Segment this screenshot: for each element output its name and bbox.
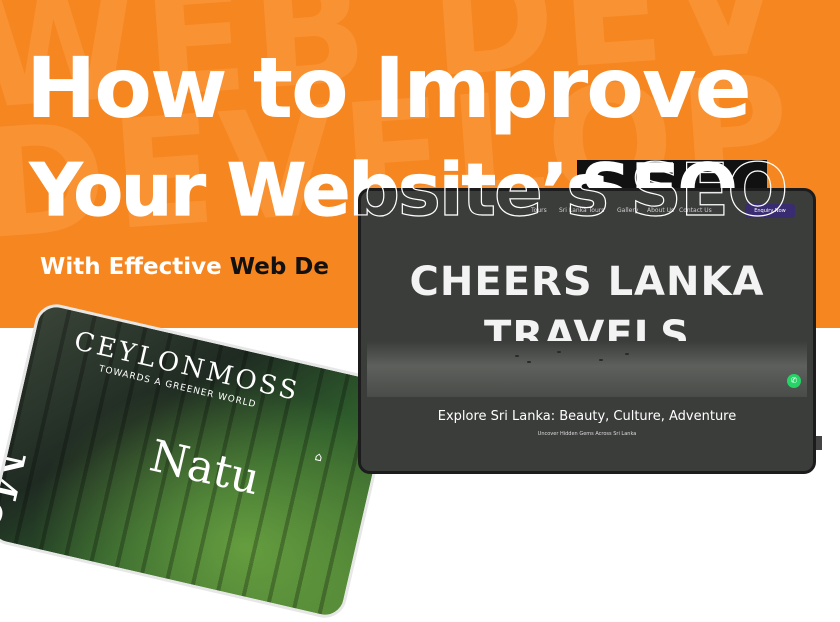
bird-icon [599,359,603,361]
ceylon-moss-preview-card: CEYLONMOSS TOWARDS A GREENER WORLD Moss … [0,300,397,622]
bird-icon [527,361,531,363]
hero-title-line-1: CHEERS LANKA [409,259,765,305]
nav-link-contact[interactable]: Contact Us [679,207,712,214]
bird-icon [557,351,561,353]
nav-link-sri-lanka-tours[interactable]: Sri Lanka Tours [559,207,604,214]
site-nav-bar: Tours Sri Lanka Tours Gallery About Us C… [361,191,813,231]
enquiry-now-button[interactable]: Enquiry Now [745,204,795,218]
cheers-lanka-device-mockup: Tours Sri Lanka Tours Gallery About Us C… [358,188,816,474]
subheadline-dark: Web De [229,254,329,280]
bird-icon [515,355,519,357]
bird-icon [625,353,629,355]
subheadline-lead: With Effective [40,254,230,280]
nav-link-about[interactable]: About Us [647,207,674,214]
hero-landscape-image [367,341,807,397]
nav-link-tours[interactable]: Tours [531,207,547,214]
headline-line-1: How to Improve [26,39,752,137]
explore-subheading: Uncover Hidden Gems Across Sri Lanka [537,431,637,437]
nav-link-gallery[interactable]: Gallery [617,207,638,214]
explore-heading: Explore Sri Lanka: Beauty, Culture, Adve… [437,409,737,424]
whatsapp-icon[interactable]: ✆ [787,374,801,388]
subheadline: With Effective Web De [40,254,329,280]
